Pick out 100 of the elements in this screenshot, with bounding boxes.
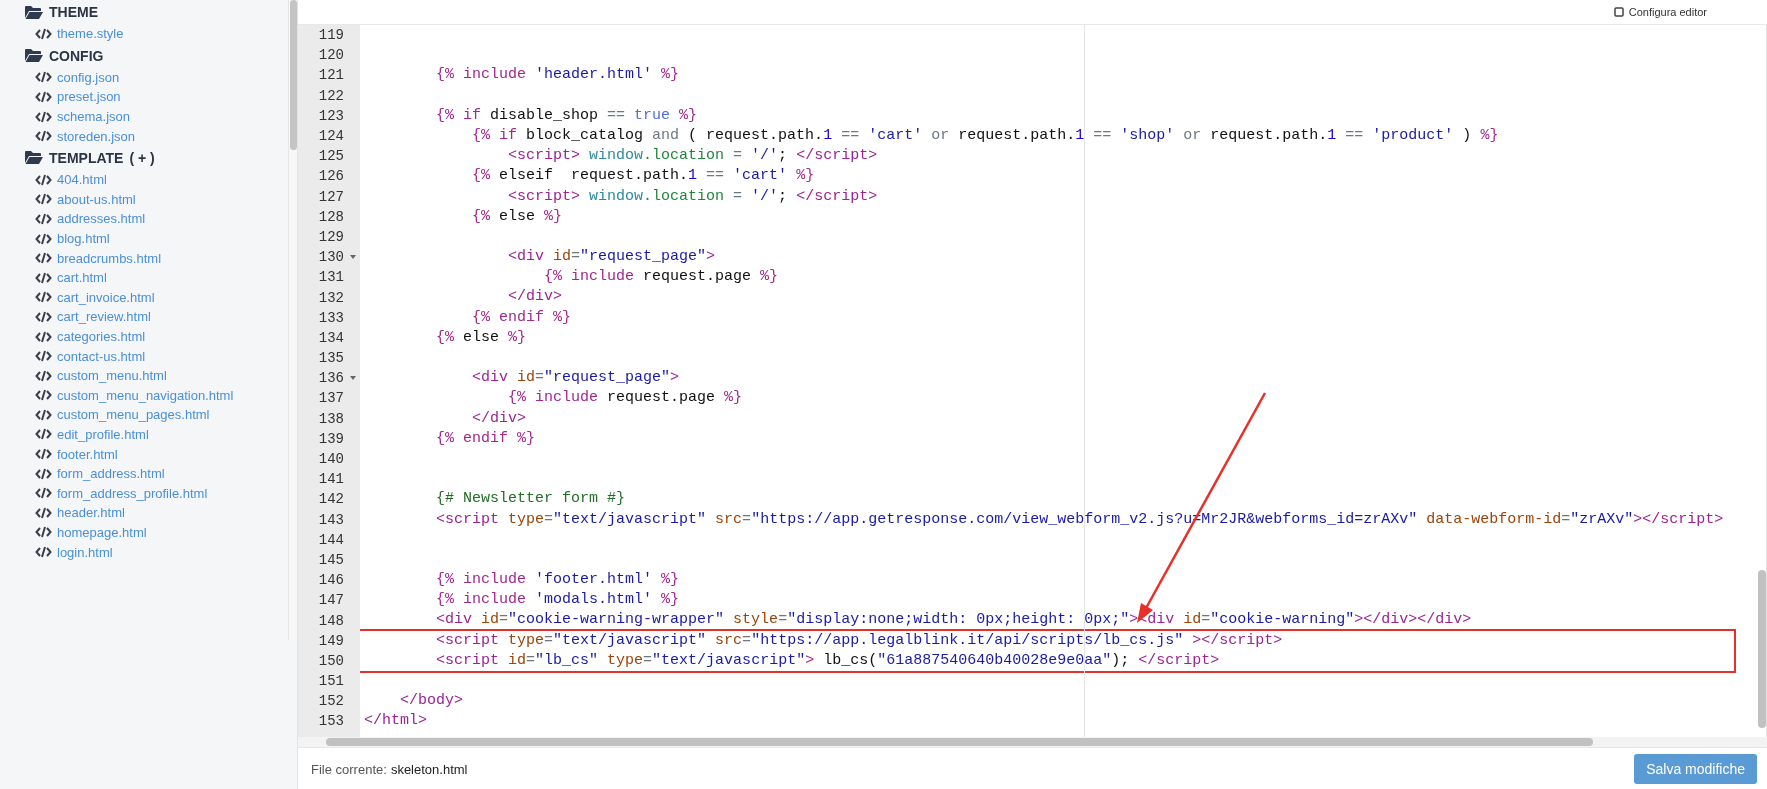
code-line: {% if block_catalog and ( request.path.1 == 'cart' or request.path.1 == 'shop' or request.path.1 == 'product' ) %} [471, 125, 1500, 146]
file-link[interactable]: homepage.html [57, 524, 147, 540]
folder-title[interactable]: THEME [49, 4, 98, 20]
code-icon [35, 27, 52, 40]
line-number: 135 [318, 350, 344, 367]
line-number: 146 [318, 572, 344, 589]
line-number: 123 [318, 107, 344, 124]
file-link[interactable]: login.html [57, 544, 113, 560]
line-number: 129 [318, 228, 344, 245]
code-icon [35, 526, 52, 539]
line-number: 153 [318, 713, 344, 730]
line-number: 131 [318, 269, 344, 286]
code-line: </div> [471, 408, 528, 429]
file-link[interactable]: contact-us.html [57, 348, 146, 364]
file-link[interactable]: theme.style [57, 26, 124, 42]
line-number: 137 [318, 390, 344, 407]
save-button[interactable]: Salva modifiche [1634, 753, 1757, 784]
line-number: 121 [318, 67, 344, 84]
file-link[interactable]: config.json [57, 69, 120, 85]
line-number: 136 [318, 370, 344, 387]
line-number: 144 [318, 531, 344, 548]
code-icon [35, 448, 52, 461]
code-icon [35, 271, 52, 284]
line-number: 149 [318, 632, 344, 649]
line-number: 139 [318, 430, 344, 447]
file-link[interactable]: about-us.html [57, 191, 136, 207]
code-icon [35, 546, 52, 559]
horizontal-scrollbar[interactable] [326, 738, 1593, 746]
file-link[interactable]: blog.html [57, 231, 110, 247]
code-icon [35, 330, 52, 343]
code-line: {% include 'modals.html' %} [435, 590, 681, 611]
file-link[interactable]: footer.html [57, 446, 118, 462]
file-link[interactable]: header.html [57, 505, 125, 521]
code-line: <div id="request_page"> [507, 247, 717, 268]
code-line: {% endif %} [435, 428, 537, 449]
folder-title[interactable]: TEMPLATE [49, 149, 124, 166]
code-icon [35, 310, 52, 323]
code-icon [35, 487, 52, 500]
folder-title[interactable]: CONFIG [49, 47, 104, 64]
line-number: 122 [318, 87, 344, 104]
line-number: 142 [318, 491, 344, 508]
file-link[interactable]: form_address_profile.html [57, 485, 208, 501]
code-icon [35, 428, 52, 441]
vertical-scrollbar[interactable] [1758, 570, 1766, 728]
code-line: {% else %} [471, 206, 564, 227]
code-icon [35, 110, 52, 123]
line-number: 148 [318, 612, 344, 629]
line-number: 130 [318, 249, 344, 266]
file-link[interactable]: addresses.html [57, 211, 146, 227]
code-line: {% include 'header.html' %} [435, 65, 681, 86]
code-line: <script type="text/javascript" src="https://app.legalblink.it/api/scripts/lb_cs.js" ></script> [435, 630, 1284, 651]
line-number: 151 [318, 673, 344, 690]
file-link[interactable]: custom_menu_pages.html [57, 407, 210, 423]
code-line: <script> window.location = '/'; </script> [507, 186, 879, 207]
code-icon [35, 71, 52, 84]
fold-caret-icon[interactable] [350, 376, 356, 381]
file-link[interactable]: storeden.json [57, 128, 136, 144]
folder-icon [25, 49, 43, 63]
code-icon [35, 252, 52, 265]
file-link[interactable]: preset.json [57, 89, 121, 105]
code-icon [35, 173, 52, 186]
line-number: 140 [318, 451, 344, 468]
line-number: 152 [318, 693, 344, 710]
code-line: {% else %} [435, 327, 528, 348]
sidebar-scrollbar[interactable] [288, 0, 297, 640]
line-number: 150 [318, 652, 344, 669]
code-icon [35, 130, 52, 143]
code-line: <script id="lb_cs" type="text/javascript"> lb_cs("61a887540640b40028e9e0aa"); </script> [435, 650, 1221, 671]
code-icon [35, 212, 52, 225]
line-number: 120 [318, 47, 344, 64]
file-link[interactable]: cart_review.html [57, 309, 151, 325]
file-link[interactable]: custom_menu_navigation.html [57, 387, 234, 403]
file-link[interactable]: edit_profile.html [57, 427, 149, 442]
line-number: 141 [318, 471, 344, 488]
code-line: </body> [399, 691, 465, 712]
add-template-link[interactable]: ( + ) [129, 149, 155, 166]
code-icon [35, 91, 52, 103]
file-link[interactable]: cart.html [57, 270, 107, 286]
code-line: {% elseif request.path.1 == 'cart' %} [471, 166, 816, 187]
code-line: {% endif %} [471, 307, 573, 328]
file-link[interactable]: 404.html [57, 172, 107, 188]
fold-caret-icon[interactable] [350, 255, 356, 260]
code-icon [35, 369, 52, 382]
code-editor[interactable] [298, 25, 1767, 737]
line-number: 147 [318, 592, 344, 609]
line-number: 134 [318, 329, 344, 346]
line-number: 143 [318, 511, 344, 528]
line-number: 133 [318, 309, 344, 326]
file-link[interactable]: schema.json [57, 109, 130, 125]
line-number: 138 [318, 410, 344, 427]
code-icon [35, 506, 52, 519]
file-link[interactable]: custom_menu.html [57, 368, 167, 384]
code-icon [35, 291, 52, 304]
file-link[interactable]: categories.html [57, 329, 146, 344]
file-link[interactable]: cart_invoice.html [57, 289, 155, 305]
configure-editor-link[interactable]: Configura editor [1628, 6, 1707, 18]
file-link[interactable]: breadcrumbs.html [57, 250, 162, 266]
file-link[interactable]: form_address.html [57, 466, 165, 482]
code-line: {% include request.page %} [543, 267, 780, 288]
code-line: <script> window.location = '/'; </script> [507, 146, 879, 167]
